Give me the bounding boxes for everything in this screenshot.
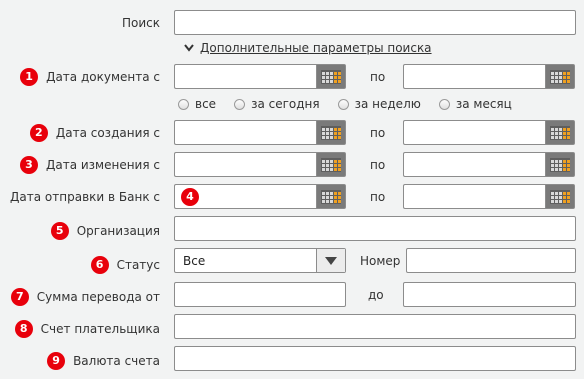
created-date-label: 2 Дата создания с — [29, 124, 160, 142]
modified-date-from[interactable] — [174, 152, 346, 177]
calendar-icon[interactable] — [545, 120, 575, 145]
badge-8: 8 — [14, 320, 33, 338]
search-input[interactable] — [174, 10, 576, 35]
number-label: Номер — [360, 254, 401, 268]
badge-7: 7 — [10, 288, 29, 306]
radio-label: все — [195, 97, 217, 111]
badge-9: 9 — [47, 352, 66, 370]
doc-date-from[interactable] — [174, 64, 346, 89]
modified-date-to-label: по — [370, 158, 386, 172]
calendar-icon[interactable] — [545, 64, 575, 89]
amount-label: 7 Сумма перевода от — [10, 288, 160, 306]
amount-to-input[interactable] — [403, 282, 576, 307]
created-date-from-input[interactable] — [174, 120, 316, 145]
created-date-to[interactable] — [403, 120, 575, 145]
sent-date-from[interactable] — [174, 184, 346, 209]
sent-date-to-label: по — [370, 190, 386, 204]
status-select[interactable]: Все — [174, 248, 346, 273]
created-date-to-input[interactable] — [403, 120, 545, 145]
doc-date-label-text: Дата документа с — [46, 70, 160, 84]
advanced-search-label: Дополнительные параметры поиска — [200, 41, 432, 55]
calendar-icon[interactable] — [545, 152, 575, 177]
period-radio-month[interactable]: за месяц — [438, 97, 512, 111]
badge-6: 6 — [90, 256, 109, 274]
payer-account-label-text: Счет плательщика — [40, 322, 160, 336]
payer-account-label: 8 Счет плательщика — [14, 320, 160, 338]
period-radio-week[interactable]: за неделю — [337, 97, 421, 111]
radio-icon — [178, 98, 189, 110]
period-radio-today[interactable]: за сегодня — [234, 97, 320, 111]
organization-label-text: Организация — [76, 224, 160, 238]
period-radio-group: все за сегодня за неделю за месяц — [178, 97, 530, 111]
radio-icon — [438, 98, 450, 110]
radio-label: за неделю — [354, 97, 421, 111]
status-label: 6 Статус — [90, 256, 160, 274]
amount-from-input[interactable] — [174, 282, 346, 307]
search-label: Поиск — [121, 16, 160, 30]
radio-icon — [337, 98, 349, 110]
radio-icon — [234, 98, 246, 110]
created-date-to-label: по — [370, 126, 386, 140]
modified-date-to[interactable] — [403, 152, 575, 177]
modified-date-label-text: Дата изменения с — [45, 158, 160, 172]
sent-date-to-input[interactable] — [403, 184, 545, 209]
radio-label: за сегодня — [251, 97, 320, 111]
sent-date-to[interactable] — [403, 184, 575, 209]
doc-date-to[interactable] — [403, 64, 575, 89]
calendar-icon[interactable] — [316, 152, 346, 177]
account-currency-label: 9 Валюта счета — [47, 352, 160, 370]
badge-3: 3 — [19, 156, 38, 174]
created-date-from[interactable] — [174, 120, 346, 145]
doc-date-to-input[interactable] — [403, 64, 545, 89]
doc-date-from-input[interactable] — [174, 64, 316, 89]
modified-date-to-input[interactable] — [403, 152, 545, 177]
advanced-search-toggle[interactable]: Дополнительные параметры поиска — [184, 41, 432, 55]
account-currency-input[interactable] — [174, 346, 576, 371]
calendar-icon[interactable] — [316, 120, 346, 145]
doc-date-label: 1 Дата документа с — [20, 68, 160, 86]
sent-date-label: Дата отправки в Банк с — [10, 190, 160, 204]
organization-label: 5 Организация — [50, 222, 160, 240]
organization-input[interactable] — [174, 216, 576, 241]
payer-account-input[interactable] — [174, 314, 576, 339]
calendar-icon[interactable] — [316, 184, 346, 209]
badge-2: 2 — [29, 124, 48, 142]
badge-1: 1 — [20, 68, 39, 86]
created-date-label-text: Дата создания с — [55, 126, 160, 140]
number-input[interactable] — [406, 248, 576, 273]
badge-5: 5 — [50, 222, 69, 240]
amount-to-label: до — [368, 288, 384, 302]
modified-date-from-input[interactable] — [174, 152, 316, 177]
dropdown-arrow-icon[interactable] — [316, 249, 345, 272]
chevron-down-icon — [184, 44, 194, 52]
radio-label: за месяц — [455, 97, 512, 111]
calendar-icon[interactable] — [545, 184, 575, 209]
status-label-text: Статус — [116, 258, 160, 272]
period-radio-all[interactable]: все — [178, 97, 216, 111]
doc-date-to-label: по — [370, 70, 386, 84]
badge-4: 4 — [181, 188, 199, 206]
amount-label-text: Сумма перевода от — [36, 290, 160, 304]
account-currency-label-text: Валюта счета — [73, 354, 160, 368]
calendar-icon[interactable] — [316, 64, 346, 89]
status-select-value: Все — [183, 254, 206, 268]
modified-date-label: 3 Дата изменения с — [19, 156, 160, 174]
